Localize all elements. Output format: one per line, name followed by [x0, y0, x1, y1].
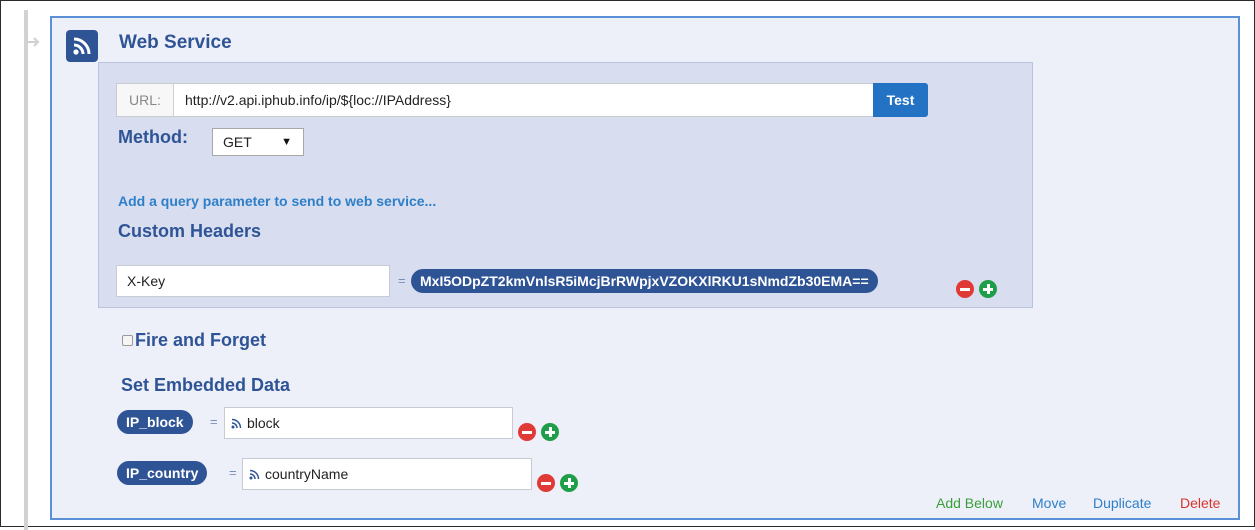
block-title: Web Service [119, 32, 232, 53]
add-header-icon[interactable] [979, 280, 997, 298]
add-embedded-icon[interactable] [560, 474, 578, 492]
add-embedded-icon[interactable] [541, 423, 559, 441]
chevron-down-icon: ▼ [281, 136, 292, 148]
remove-embedded-icon[interactable] [518, 423, 536, 441]
request-panel: URL: http://v2.api.iphub.info/ip/${loc:/… [98, 62, 1033, 308]
embedded-value-text: block [247, 415, 280, 431]
fire-and-forget-label: Fire and Forget [135, 330, 267, 350]
url-label: URL: [117, 84, 174, 116]
rss-feed-icon [66, 30, 98, 62]
remove-embedded-icon[interactable] [537, 474, 555, 492]
move-link[interactable]: Move [1032, 495, 1066, 511]
url-input[interactable]: http://v2.api.iphub.info/ip/${loc://IPAd… [185, 84, 451, 116]
add-query-parameter-link[interactable]: Add a query parameter to send to web ser… [118, 193, 436, 209]
flow-connector-line [24, 10, 28, 530]
url-field[interactable]: URL: http://v2.api.iphub.info/ip/${loc:/… [116, 83, 928, 117]
rss-feed-icon [231, 418, 242, 429]
duplicate-link[interactable]: Duplicate [1093, 495, 1151, 511]
equals-sign: = [229, 465, 237, 480]
rss-feed-icon [249, 469, 260, 480]
set-embedded-data-title: Set Embedded Data [121, 375, 291, 395]
embedded-value-input[interactable]: block [224, 407, 513, 439]
header-value-pill[interactable]: MxI5ODpZT2kmVnlsR5iMcjBrRWpjxVZOKXlRKU1s… [411, 269, 878, 293]
header-key-input[interactable]: X-Key [116, 265, 390, 297]
equals-sign: = [398, 273, 406, 288]
flow-arrow-icon [26, 30, 40, 47]
delete-link[interactable]: Delete [1180, 495, 1220, 511]
method-select-value: GET [223, 134, 252, 150]
web-service-block: Web Service URL: http://v2.api.iphub.inf… [50, 16, 1240, 520]
embedded-field-pill[interactable]: IP_country [117, 461, 208, 485]
add-below-link[interactable]: Add Below [936, 495, 1003, 511]
embedded-field-pill[interactable]: IP_block [117, 410, 193, 434]
embedded-value-input[interactable]: countryName [242, 458, 532, 490]
embedded-value-text: countryName [265, 466, 349, 482]
custom-headers-title: Custom Headers [118, 221, 262, 241]
method-select[interactable]: GET ▼ [212, 128, 304, 156]
remove-header-icon[interactable] [956, 280, 974, 298]
equals-sign: = [210, 414, 218, 429]
fire-and-forget-checkbox[interactable] [122, 335, 133, 346]
test-button[interactable]: Test [873, 83, 928, 117]
method-label: Method: [118, 127, 188, 147]
